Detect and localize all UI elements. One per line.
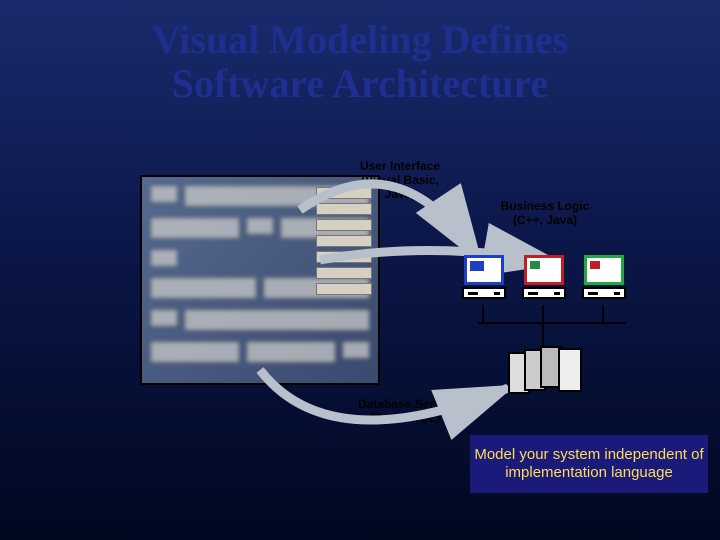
label-business-logic: Business Logic (C++, Java) bbox=[490, 200, 600, 228]
network-connector bbox=[602, 305, 604, 323]
database-server-icon bbox=[508, 346, 580, 406]
callout-box: Model your system independent of impleme… bbox=[470, 435, 708, 493]
uml-diagram-thumbnail bbox=[140, 175, 380, 385]
network-connector bbox=[542, 305, 544, 323]
callout-text: Model your system independent of impleme… bbox=[470, 446, 708, 482]
computer-icon-ui bbox=[460, 255, 508, 299]
network-connector bbox=[482, 305, 484, 323]
computer-icon-logic-2 bbox=[580, 255, 628, 299]
network-bus bbox=[478, 322, 626, 324]
title-line-1: Visual Modeling Defines bbox=[152, 17, 568, 62]
label-database-server: Database Server (C++ & SQL) bbox=[345, 398, 465, 426]
network-connector bbox=[542, 324, 544, 346]
computer-icon-logic-1 bbox=[520, 255, 568, 299]
label-user-interface: User Interface (Visual Basic, Java) bbox=[350, 160, 450, 201]
title-line-2: Software Architecture bbox=[172, 61, 549, 106]
slide-title: Visual Modeling Defines Software Archite… bbox=[0, 0, 720, 106]
